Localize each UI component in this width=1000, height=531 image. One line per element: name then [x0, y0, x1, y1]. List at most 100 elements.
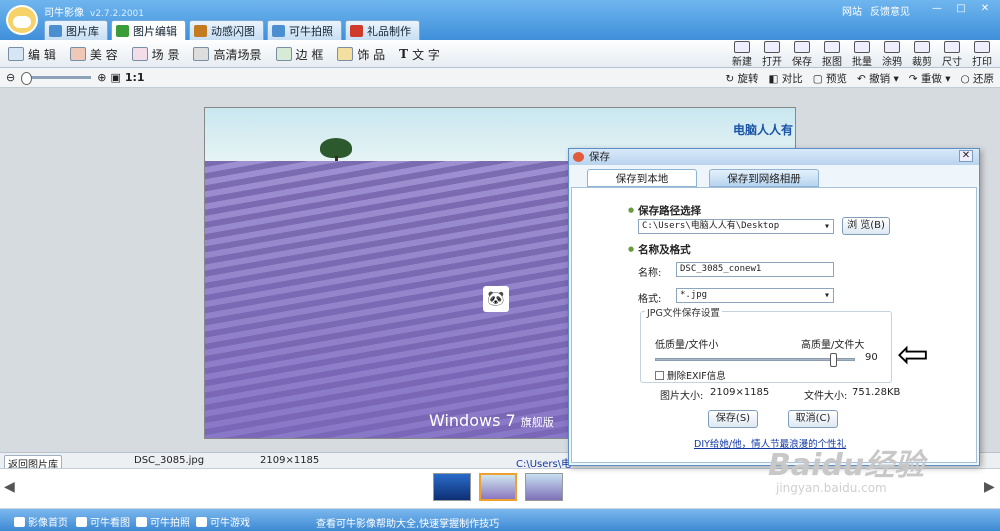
windows-logo: Windows 7 旗舰版: [429, 411, 554, 430]
app-name: 司牛影像 v2.7.2.2001: [44, 8, 144, 19]
baidu-brand: Baidu经验: [768, 448, 925, 483]
tool-text[interactable]: T文 字: [399, 44, 440, 64]
tool-edit[interactable]: 编 辑: [8, 44, 56, 64]
bottom-camera[interactable]: 可牛拍照: [136, 514, 190, 529]
save-button[interactable]: 保存: [790, 41, 814, 68]
redo-button[interactable]: ↷ 重做 ▾: [909, 71, 951, 86]
camera-icon: [136, 516, 147, 527]
dialog-logo-icon: [573, 152, 584, 162]
exif-checkbox-box[interactable]: [655, 370, 664, 380]
name-input[interactable]: DSC_3085_conew1: [676, 262, 834, 277]
doodle-button[interactable]: 涂鸦: [880, 41, 904, 68]
undo-button[interactable]: ↶ 撤销 ▾: [857, 71, 899, 86]
gift-icon: [350, 24, 363, 37]
preview-button[interactable]: ▢ 预览: [813, 71, 847, 86]
baidu-url: jingyan.baidu.com: [776, 481, 887, 495]
camera-icon: [272, 24, 285, 37]
cancel-button[interactable]: 取消(C): [788, 410, 838, 428]
tab-animation[interactable]: 动感闪图: [189, 20, 264, 40]
name-label: 名称:: [638, 268, 662, 279]
crop-icon: [914, 41, 930, 53]
tool-beauty[interactable]: 美 容: [69, 44, 118, 64]
photo-edit-icon: [116, 24, 129, 37]
rotate-button[interactable]: ↻ 旋转: [725, 71, 758, 86]
strip-right-icon[interactable]: ▶: [984, 479, 995, 495]
print-button[interactable]: 打印: [970, 41, 994, 68]
zoom-in-icon[interactable]: ⊕: [97, 71, 106, 84]
save-icon: [794, 41, 810, 53]
close-icon[interactable]: ✕: [974, 2, 996, 16]
fit-icon[interactable]: ▣: [110, 71, 120, 84]
app-version: v2.7.2.2001: [90, 9, 144, 19]
bottom-games[interactable]: 可牛游戏: [196, 514, 250, 529]
thumbnail[interactable]: [525, 473, 563, 501]
accessory-icon: [337, 47, 354, 61]
tool-frame[interactable]: 边 框: [275, 44, 323, 64]
frame-icon: [275, 47, 292, 61]
quality-slider[interactable]: [655, 353, 855, 367]
compare-button[interactable]: ◧ 对比: [768, 71, 802, 86]
image-size-value: 2109×1185: [710, 387, 770, 398]
batch-button[interactable]: 批量: [850, 41, 874, 68]
quality-slider-thumb[interactable]: [830, 353, 837, 367]
arrow-left-icon: ⇦: [897, 332, 929, 376]
thumbnail[interactable]: [433, 473, 471, 501]
home-icon: [14, 516, 25, 527]
maximize-icon[interactable]: □: [950, 2, 972, 16]
dialog-close-icon[interactable]: ✕: [959, 150, 973, 162]
tab-gift[interactable]: 礼品制作: [345, 20, 420, 40]
batch-icon: [854, 41, 870, 53]
website-link[interactable]: 网站: [842, 3, 862, 18]
tab-save-local[interactable]: 保存到本地: [587, 169, 697, 187]
zoom-ratio[interactable]: 1:1: [125, 71, 145, 84]
new-icon: [734, 41, 750, 53]
new-button[interactable]: 新建: [730, 41, 754, 68]
thumbnail-selected[interactable]: [479, 473, 517, 501]
quality-value: 90: [865, 352, 878, 363]
print-icon: [974, 41, 990, 53]
tool-accessory[interactable]: 饰 品: [337, 44, 385, 64]
save-dialog: 保存 ✕ 保存到本地 保存到网络相册 保存路径选择 C:\Users\电脑人人有…: [568, 148, 980, 466]
tab-camera[interactable]: 可牛拍照: [267, 20, 342, 40]
low-quality-label: 低质量/文件小: [655, 340, 719, 351]
tool-scene[interactable]: 场 景: [131, 44, 179, 64]
file-size-label: 文件大小:: [804, 391, 848, 402]
gallery-icon: [49, 24, 62, 37]
browse-button[interactable]: 浏 览(B): [842, 217, 890, 235]
path-select[interactable]: C:\Users\电脑人人有\Desktop: [638, 219, 834, 234]
minimize-icon[interactable]: —: [926, 2, 948, 16]
bottom-home[interactable]: 影像首页: [14, 514, 68, 529]
photo-watermark: 电脑人人有: [733, 123, 794, 137]
dialog-title: 保存: [589, 151, 610, 163]
tab-save-online[interactable]: 保存到网络相册: [709, 169, 819, 187]
resize-icon: [944, 41, 960, 53]
beauty-icon: [69, 47, 86, 61]
strip-left-icon[interactable]: ◀: [4, 479, 15, 495]
text-icon: T: [399, 47, 409, 61]
zoom-slider[interactable]: [21, 72, 92, 85]
help-tip[interactable]: 查看可牛影像帮助大全,快速掌握制作技巧: [316, 515, 499, 530]
jpg-settings-group: JPG文件保存设置 低质量/文件小 高质量/文件大 90 删除EXIF信息: [640, 305, 892, 383]
tab-gallery[interactable]: 图片库: [44, 20, 108, 40]
tool-hd-scene[interactable]: 高清场景: [193, 44, 262, 64]
feedback-link[interactable]: 反馈意见: [870, 3, 910, 18]
bottom-bar: 影像首页 可牛看图 可牛拍照 可牛游戏 查看可牛影像帮助大全,快速掌握制作技巧: [0, 509, 1000, 531]
save-confirm-button[interactable]: 保存(S): [708, 410, 758, 428]
cutout-button[interactable]: 抠图: [820, 41, 844, 68]
open-button[interactable]: 打开: [760, 41, 784, 68]
bottom-viewer[interactable]: 可牛看图: [76, 514, 130, 529]
viewer-icon: [76, 516, 87, 527]
status-dimensions: 2109×1185: [260, 455, 320, 466]
window-controls: — □ ✕: [926, 2, 996, 16]
restore-button[interactable]: ○ 还原: [961, 71, 995, 86]
remove-exif-checkbox[interactable]: 删除EXIF信息: [655, 368, 726, 382]
jpg-settings-title: JPG文件保存设置: [645, 305, 722, 319]
format-select[interactable]: *.jpg: [676, 288, 834, 303]
zoom-out-icon[interactable]: ⊖: [6, 71, 15, 84]
file-size-value: 751.28KB: [852, 387, 901, 398]
status-filename: DSC_3085.jpg: [134, 455, 205, 466]
path-section-title: 保存路径选择: [628, 203, 701, 218]
resize-button[interactable]: 尺寸: [940, 41, 964, 68]
crop-button[interactable]: 裁剪: [910, 41, 934, 68]
tab-photo-edit[interactable]: 图片编辑: [111, 20, 186, 40]
